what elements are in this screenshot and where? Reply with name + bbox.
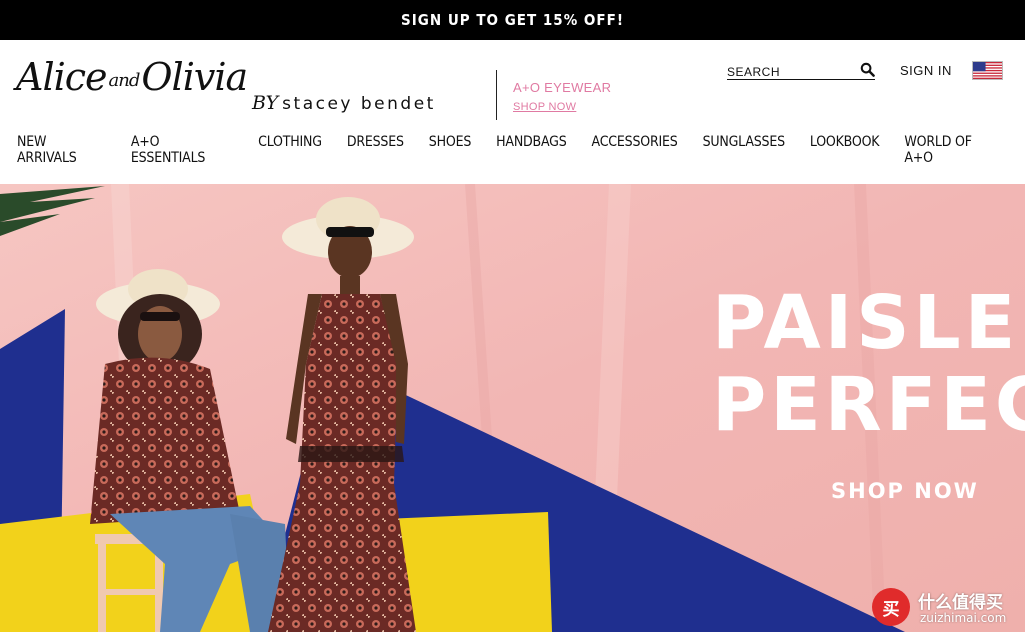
logo-olivia: Olivia <box>141 55 248 99</box>
nav-lookbook[interactable]: LOOKBOOK <box>810 134 880 166</box>
logo-byline: BY stacey bendet <box>252 92 436 113</box>
hero-title-line-2: PERFEC <box>712 362 1025 448</box>
eyewear-title[interactable]: A+O EYEWEAR <box>513 80 611 95</box>
nav-dresses[interactable]: DRESSES <box>347 134 404 166</box>
nav-new-arrivals[interactable]: NEW ARRIVALS <box>17 134 106 166</box>
nav-sunglasses[interactable]: SUNGLASSES <box>703 134 786 166</box>
watermark-en-text: zuizhimai.com <box>920 611 1007 625</box>
logo-alice: Alice <box>16 55 108 99</box>
logo-script: Alice andOlivia <box>16 55 248 99</box>
logo-by: BY <box>252 92 279 114</box>
search-icon[interactable] <box>860 62 875 77</box>
watermark: 买 什么值得买 zuizhimai.com <box>870 584 1025 632</box>
watermark-logo-icon: 买 <box>872 588 910 626</box>
hero-shop-now-button[interactable]: SHOP NOW <box>831 479 979 503</box>
logo-designer: stacey bendet <box>282 94 436 114</box>
promo-banner[interactable]: SIGN UP TO GET 15% OFF! <box>0 0 1025 40</box>
nav-accessories[interactable]: ACCESSORIES <box>592 134 678 166</box>
brand-logo[interactable]: Alice andOlivia BY stacey bendet <box>16 58 456 122</box>
eyewear-shop-link[interactable]: SHOP NOW <box>513 101 576 113</box>
us-flag-icon[interactable] <box>972 61 1003 80</box>
watermark-cn-text: 什么值得买 <box>918 593 1003 613</box>
nav-world-of-ao[interactable]: WORLD OF A+O <box>904 134 1000 166</box>
promo-text[interactable]: SIGN UP TO GET 15% OFF! <box>401 11 624 29</box>
search-box[interactable] <box>727 62 875 80</box>
main-nav: NEW ARRIVALS A+O ESSENTIALS CLOTHING DRE… <box>17 134 1025 166</box>
nav-handbags[interactable]: HANDBAGS <box>496 134 567 166</box>
hero-title-line-1: PAISLE <box>712 280 1020 366</box>
header-divider <box>496 70 497 120</box>
nav-ao-essentials[interactable]: A+O ESSENTIALS <box>131 134 233 166</box>
sign-in-link[interactable]: SIGN IN <box>900 63 952 78</box>
hero-banner[interactable]: PAISLE PERFEC SHOP NOW <box>0 184 1025 632</box>
search-input[interactable] <box>727 65 855 79</box>
hero-title: PAISLE PERFEC <box>712 282 1025 446</box>
logo-and: and <box>108 69 141 91</box>
nav-clothing[interactable]: CLOTHING <box>258 134 322 166</box>
nav-shoes[interactable]: SHOES <box>429 134 472 166</box>
